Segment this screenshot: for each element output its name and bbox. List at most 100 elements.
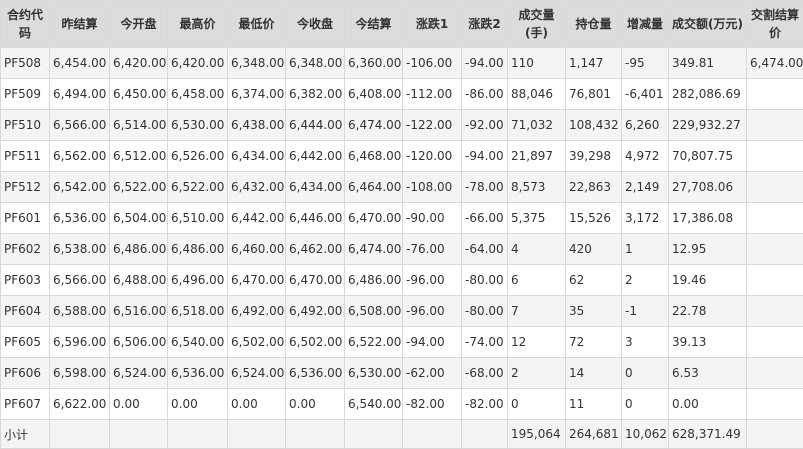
subtotal-label: 小计 — [1, 420, 50, 449]
table-cell: 2 — [622, 265, 669, 296]
column-header: 合约代码 — [1, 1, 50, 48]
table-cell: 6,460.00 — [228, 234, 286, 265]
table-cell: 6,504.00 — [110, 203, 168, 234]
table-cell: 0.00 — [286, 389, 345, 420]
table-cell: 6,536.00 — [286, 358, 345, 389]
table-cell: 6,450.00 — [110, 79, 168, 110]
table-cell: 3,172 — [622, 203, 669, 234]
table-cell: 6,492.00 — [228, 296, 286, 327]
table-cell: 6,442.00 — [228, 203, 286, 234]
table-row: PF5126,542.006,522.006,522.006,432.006,4… — [1, 172, 803, 203]
table-cell: 7 — [508, 296, 566, 327]
table-cell: 6,566.00 — [50, 265, 110, 296]
subtotal-cell: 10,062 — [622, 420, 669, 449]
table-cell: 6,458.00 — [168, 79, 228, 110]
table-cell: 6,442.00 — [286, 141, 345, 172]
table-cell: 6,598.00 — [50, 358, 110, 389]
table-cell: 0 — [622, 389, 669, 420]
futures-quote-table: 合约代码昨结算今开盘最高价最低价今收盘今结算涨跌1涨跌2成交量(手)持仓量增减量… — [0, 0, 803, 449]
subtotal-cell — [462, 420, 508, 449]
table-cell: 2,149 — [622, 172, 669, 203]
table-cell: -90.00 — [403, 203, 462, 234]
table-cell: 6,420.00 — [168, 48, 228, 79]
table-cell: 6,540.00 — [168, 327, 228, 358]
table-cell: 6,622.00 — [50, 389, 110, 420]
table-cell: 5,375 — [508, 203, 566, 234]
table-cell: 6,260 — [622, 110, 669, 141]
table-cell: -120.00 — [403, 141, 462, 172]
subtotal-cell — [110, 420, 168, 449]
table-cell: 6,462.00 — [286, 234, 345, 265]
subtotal-cell — [747, 420, 803, 449]
table-cell: -76.00 — [403, 234, 462, 265]
table-cell: 12.95 — [669, 234, 747, 265]
table-cell: 6 — [508, 265, 566, 296]
contract-code-cell: PF605 — [1, 327, 50, 358]
subtotal-cell: 264,681 — [566, 420, 622, 449]
table-cell: 6,382.00 — [286, 79, 345, 110]
contract-code-cell: PF601 — [1, 203, 50, 234]
table-cell: 22.78 — [669, 296, 747, 327]
contract-code-cell: PF604 — [1, 296, 50, 327]
table-cell: -92.00 — [462, 110, 508, 141]
table-cell: 6,374.00 — [228, 79, 286, 110]
table-cell: -6,401 — [622, 79, 669, 110]
column-header: 最低价 — [228, 1, 286, 48]
table-cell: -80.00 — [462, 265, 508, 296]
table-cell: 6,474.00 — [345, 110, 403, 141]
table-cell: 6,492.00 — [286, 296, 345, 327]
table-cell: -94.00 — [462, 48, 508, 79]
table-cell: 6,506.00 — [110, 327, 168, 358]
table-cell: 108,432 — [566, 110, 622, 141]
contract-code-cell: PF603 — [1, 265, 50, 296]
column-header: 持仓量 — [566, 1, 622, 48]
table-cell: -1 — [622, 296, 669, 327]
table-cell: 72 — [566, 327, 622, 358]
table-cell: 2 — [508, 358, 566, 389]
table-cell: 6,542.00 — [50, 172, 110, 203]
table-cell: 6,446.00 — [286, 203, 345, 234]
table-cell: 6.53 — [669, 358, 747, 389]
subtotal-cell: 195,064 — [508, 420, 566, 449]
table-cell: 1 — [622, 234, 669, 265]
table-cell: 6,438.00 — [228, 110, 286, 141]
table-cell: 6,474.00 — [345, 234, 403, 265]
table-cell — [747, 265, 803, 296]
table-cell: 6,470.00 — [286, 265, 345, 296]
table-cell: 6,514.00 — [110, 110, 168, 141]
subtotal-cell — [168, 420, 228, 449]
table-row: PF6026,538.006,486.006,486.006,460.006,4… — [1, 234, 803, 265]
table-cell: -112.00 — [403, 79, 462, 110]
column-header: 成交额(万元) — [669, 1, 747, 48]
contract-code-cell: PF510 — [1, 110, 50, 141]
table-cell: 6,432.00 — [228, 172, 286, 203]
table-cell: 19.46 — [669, 265, 747, 296]
contract-code-cell: PF607 — [1, 389, 50, 420]
table-cell: 6,522.00 — [345, 327, 403, 358]
column-header: 成交量(手) — [508, 1, 566, 48]
table-cell: 6,588.00 — [50, 296, 110, 327]
subtotal-cell — [345, 420, 403, 449]
table-cell: -62.00 — [403, 358, 462, 389]
table-cell: 35 — [566, 296, 622, 327]
table-row: PF6046,588.006,516.006,518.006,492.006,4… — [1, 296, 803, 327]
table-cell — [747, 203, 803, 234]
table-cell: -96.00 — [403, 265, 462, 296]
table-cell: -68.00 — [462, 358, 508, 389]
header-row: 合约代码昨结算今开盘最高价最低价今收盘今结算涨跌1涨跌2成交量(手)持仓量增减量… — [1, 1, 803, 48]
table-cell: 282,086.69 — [669, 79, 747, 110]
table-cell: 6,494.00 — [50, 79, 110, 110]
column-header: 今开盘 — [110, 1, 168, 48]
table-cell: 39,298 — [566, 141, 622, 172]
table-cell: 0.00 — [110, 389, 168, 420]
table-cell: 0.00 — [228, 389, 286, 420]
table-cell: 27,708.06 — [669, 172, 747, 203]
table-cell: -66.00 — [462, 203, 508, 234]
table-cell: 6,540.00 — [345, 389, 403, 420]
table-row: PF5116,562.006,512.006,526.006,434.006,4… — [1, 141, 803, 172]
table-row: PF6076,622.000.000.000.000.006,540.00-82… — [1, 389, 803, 420]
table-cell: 11 — [566, 389, 622, 420]
column-header: 交割结算价 — [747, 1, 803, 48]
table-cell — [747, 389, 803, 420]
table-cell: 6,522.00 — [168, 172, 228, 203]
